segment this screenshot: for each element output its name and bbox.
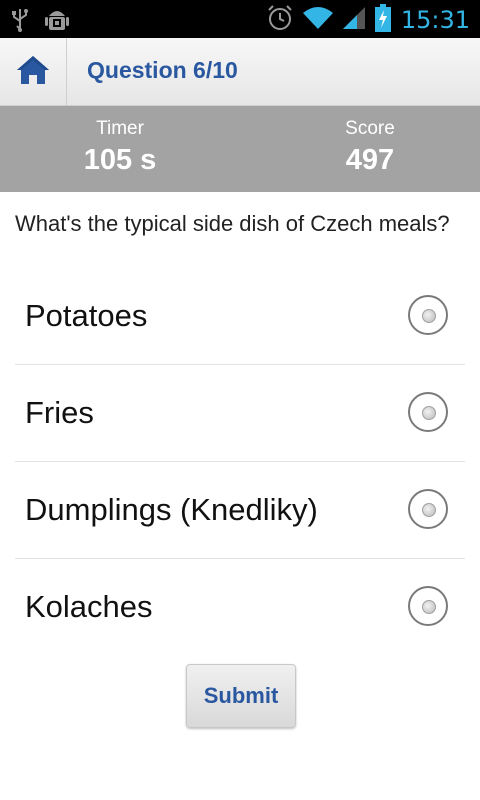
home-button[interactable] (0, 38, 67, 105)
battery-charging-icon (374, 4, 391, 36)
wifi-icon (302, 5, 333, 35)
question-text: What's the typical side dish of Czech me… (15, 211, 450, 236)
radio-button[interactable] (408, 489, 448, 529)
home-icon (15, 54, 51, 90)
app-bar: Question 6/10 (0, 38, 480, 106)
submit-button[interactable]: Submit (186, 664, 296, 728)
usb-icon (10, 7, 30, 37)
timer-stat: Timer 105 s (40, 118, 200, 177)
answer-option[interactable]: Fries (15, 365, 465, 462)
option-label: Kolaches (25, 589, 153, 624)
radio-button[interactable] (408, 295, 448, 335)
timer-value: 105 s (83, 144, 157, 176)
answer-option[interactable]: Dumplings (Knedliky) (15, 462, 465, 559)
score-stat: Score 497 (290, 118, 450, 177)
radio-button[interactable] (408, 392, 448, 432)
score-label: Score (345, 118, 395, 139)
answer-option[interactable]: Kolaches (15, 559, 465, 655)
option-label: Potatoes (25, 298, 148, 333)
page-title: Question 6/10 (87, 57, 238, 83)
alarm-icon (267, 4, 293, 36)
timer-label: Timer (96, 118, 144, 139)
signal-icon (342, 5, 365, 35)
radio-button[interactable] (408, 586, 448, 626)
score-value: 497 (345, 144, 395, 176)
stats-bar: Timer 105 s Score 497 (0, 106, 480, 192)
clock: 15:31 (400, 6, 470, 34)
option-label: Fries (25, 395, 94, 430)
answer-option[interactable]: Potatoes (15, 268, 465, 365)
android-debug-icon (44, 6, 70, 38)
status-bar: 15:31 (0, 0, 480, 38)
answer-options: Potatoes Fries Dumplings (Knedliky) Kola… (15, 268, 465, 655)
option-label: Dumplings (Knedliky) (25, 492, 318, 527)
